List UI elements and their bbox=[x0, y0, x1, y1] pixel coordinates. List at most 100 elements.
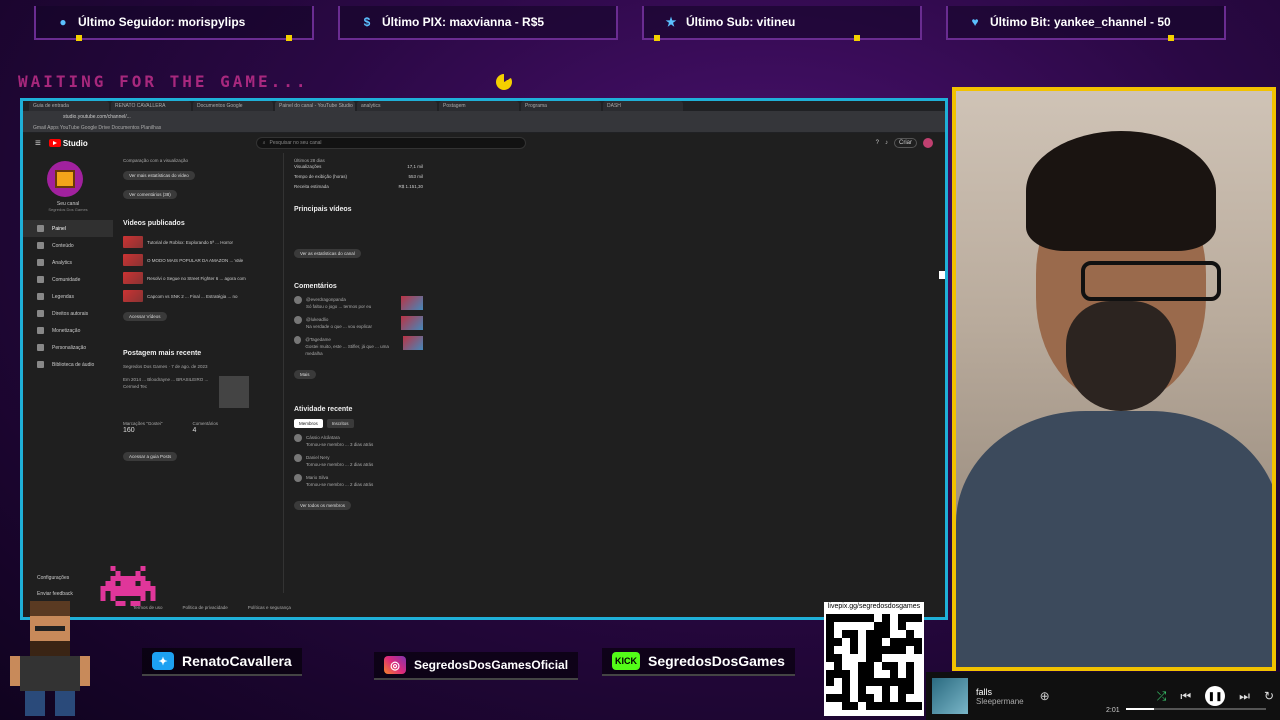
top-videos-title: Principais vídeos bbox=[294, 206, 352, 213]
browser-tab[interactable]: RENATO CAVALLERA bbox=[111, 101, 191, 111]
video-row[interactable]: O MODO MAIS POPULAR DA AMAZON ... Vale bbox=[123, 251, 273, 269]
nav-label: Personalização bbox=[52, 344, 87, 351]
qr-module bbox=[826, 614, 834, 622]
go-to-videos-button[interactable]: Acessar Vídeos bbox=[123, 312, 167, 321]
member-avatar bbox=[294, 434, 302, 442]
comment-row[interactable]: @everdragonpanda Só faltou o jogo ... ter… bbox=[294, 296, 423, 310]
browser-tab-active[interactable]: Painel do canal - YouTube Studio bbox=[275, 101, 355, 111]
go-to-posts-button[interactable]: Acessar a guia Posts bbox=[123, 452, 178, 461]
nav-item-analytics[interactable]: Analytics bbox=[23, 254, 113, 271]
view-comments-button[interactable]: Ver comentários (38) bbox=[123, 190, 177, 199]
qr-module bbox=[914, 670, 922, 678]
qr-module bbox=[866, 678, 874, 686]
notifications-icon[interactable]: ♪ bbox=[885, 140, 888, 146]
progress-bar[interactable] bbox=[1126, 708, 1266, 710]
nav-item-audio[interactable]: Biblioteca de áudio bbox=[23, 356, 113, 373]
qr-module bbox=[858, 702, 866, 710]
channel-analytics-button[interactable]: Ver as estatísticas do canal bbox=[294, 249, 361, 258]
add-icon[interactable]: ⊕ bbox=[1040, 689, 1050, 703]
comment-row[interactable]: @lukeadlio Na verdade o que ... vou expli… bbox=[294, 316, 423, 330]
repeat-icon[interactable]: ↻ bbox=[1264, 689, 1274, 703]
url-text: studio.youtube.com/channel/... bbox=[63, 114, 131, 120]
qr-module bbox=[850, 678, 858, 686]
browser-tab[interactable]: Programa bbox=[521, 101, 601, 111]
alert-last-sub: ★ Último Sub: vitineu bbox=[642, 6, 922, 41]
browser-tab[interactable]: analytics bbox=[357, 101, 437, 111]
account-avatar[interactable] bbox=[923, 138, 933, 148]
alert-last-bit: ♥ Último Bit: yankee_channel - 50 bbox=[946, 6, 1226, 41]
scrollbar-thumb[interactable] bbox=[939, 271, 945, 279]
recent-post-title: Postagem mais recente bbox=[123, 350, 202, 357]
comment-body: @Tagedame Gostei muito, este ... Stifler,… bbox=[305, 336, 399, 357]
stat-label: Receita estimada bbox=[294, 184, 329, 189]
browser-tab[interactable]: DASH bbox=[603, 101, 683, 111]
help-icon[interactable]: ? bbox=[876, 140, 879, 146]
stat-label: Tempo de exibição (horas) bbox=[294, 174, 348, 179]
qr-module bbox=[914, 686, 922, 694]
qr-module bbox=[898, 622, 906, 630]
address-bar[interactable]: studio.youtube.com/channel/... bbox=[23, 111, 945, 123]
browser-tab[interactable]: Postagem bbox=[439, 101, 519, 111]
next-icon[interactable]: ⏭ bbox=[1239, 689, 1250, 704]
activity-row[interactable]: Mario Silva Tornou-se membro ... 2 dias a… bbox=[294, 474, 423, 488]
nav-item-painel[interactable]: Painel bbox=[23, 220, 113, 237]
nav-item-legendas[interactable]: Legendas bbox=[23, 288, 113, 305]
footer-link[interactable]: Política de privacidade bbox=[183, 604, 228, 611]
browser-tabstrip: Guia de entrada RENATO CAVALLERA Documen… bbox=[23, 101, 945, 111]
nav-item-personalizacao[interactable]: Personalização bbox=[23, 339, 113, 356]
person-beard bbox=[1066, 301, 1176, 411]
video-title: O MODO MAIS POPULAR DA AMAZON ... Vale bbox=[147, 257, 244, 263]
qr-module bbox=[834, 614, 842, 622]
qr-module bbox=[890, 646, 898, 654]
nav-item-conteudo[interactable]: Conteúdo bbox=[23, 237, 113, 254]
comment-row[interactable]: @Tagedame Gostei muito, este ... Stifler,… bbox=[294, 336, 423, 357]
video-row[interactable]: Resolvi o Segue no Street Fighter 6 ... … bbox=[123, 269, 273, 287]
browser-tab[interactable]: Documentos Google bbox=[193, 101, 273, 111]
video-stats-button[interactable]: Ver mais estatísticas do vídeo bbox=[123, 171, 195, 180]
kick-icon: KICK bbox=[612, 652, 640, 670]
qr-module bbox=[874, 638, 882, 646]
qr-module bbox=[842, 694, 850, 702]
studio-logo[interactable]: Studio bbox=[48, 139, 88, 148]
channel-avatar[interactable] bbox=[47, 161, 83, 197]
nav-item-direitos[interactable]: Direitos autorais bbox=[23, 305, 113, 322]
video-row[interactable]: Capcom vs SNK 2 ... Final ... Estratégia… bbox=[123, 287, 273, 305]
qr-module bbox=[834, 654, 842, 662]
all-members-button[interactable]: Ver todos os membros bbox=[294, 501, 352, 510]
bookmarks-bar: Gmail Apps YouTube Google Drive Document… bbox=[23, 123, 945, 133]
shuffle-icon[interactable]: ⤮ bbox=[1157, 689, 1167, 704]
browser-window: Guia de entrada RENATO CAVALLERA Documen… bbox=[20, 98, 948, 620]
money-icon bbox=[37, 327, 44, 334]
more-comments-button[interactable]: Mais bbox=[294, 370, 316, 379]
tab-subscribers[interactable]: Inscritos bbox=[326, 419, 354, 428]
activity-row[interactable]: Cássio Alcântara Tornou-se membro ... 3 d… bbox=[294, 434, 423, 448]
pause-button[interactable]: ❚❚ bbox=[1205, 686, 1226, 706]
activity-row[interactable]: Daniel Nery Tornou-se membro ... 2 dias a… bbox=[294, 454, 423, 468]
dollar-icon: $ bbox=[363, 15, 371, 29]
kick-text: SegredosDosGames bbox=[648, 653, 785, 669]
qr-module bbox=[842, 670, 850, 678]
comment-author: @lukeadlio bbox=[306, 317, 329, 322]
create-button[interactable]: Criar bbox=[894, 138, 917, 148]
qr-module bbox=[842, 686, 850, 694]
tab-members[interactable]: Membros bbox=[294, 419, 323, 428]
activity-text: Tornou-se membro ... 2 dias atrás bbox=[306, 482, 374, 487]
stat-value: 17,1 mil bbox=[407, 164, 423, 169]
qr-module bbox=[834, 662, 842, 670]
qr-module bbox=[882, 662, 890, 670]
video-row[interactable]: Tutorial de Roblox: Explorando 5ª ... Ho… bbox=[123, 233, 273, 251]
browser-tab[interactable]: Guia de entrada bbox=[29, 101, 109, 111]
search-input[interactable]: ⌕ Pesquisar no seu canal bbox=[255, 137, 526, 149]
previous-icon[interactable]: ⏮ bbox=[1180, 689, 1191, 704]
settings-link[interactable]: Configurações bbox=[37, 575, 73, 581]
nav-item-comunidade[interactable]: Comunidade bbox=[23, 271, 113, 288]
nav-item-monetizacao[interactable]: Monetização bbox=[23, 322, 113, 339]
qr-url: livepix.gg/segredosdosgames bbox=[827, 603, 921, 610]
qr-module bbox=[842, 638, 850, 646]
qr-module bbox=[850, 630, 858, 638]
footer-link[interactable]: Políticas e segurança bbox=[248, 604, 291, 611]
menu-icon[interactable]: ≡ bbox=[35, 138, 41, 149]
star-icon: ★ bbox=[665, 15, 677, 29]
qr-module bbox=[906, 662, 914, 670]
comments-title: Comentários bbox=[294, 283, 337, 290]
